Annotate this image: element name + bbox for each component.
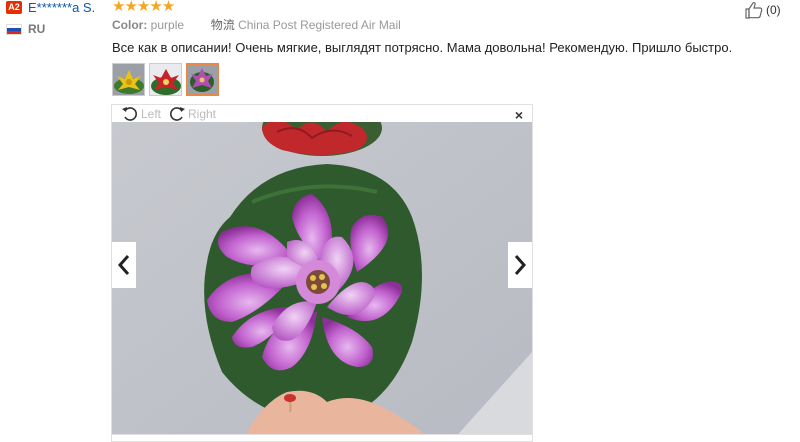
shipping-value: China Post Registered Air Mail	[238, 18, 401, 32]
rating-stars: ★★★★★	[112, 0, 175, 15]
rotate-right-button[interactable]: Right	[168, 105, 216, 123]
order-info: Color: purple 物流 China Post Registered A…	[112, 18, 401, 32]
rotate-right-label: Right	[188, 107, 217, 121]
thumbnail-yellow-lotus[interactable]	[112, 63, 145, 96]
thumbnail-red-lotus[interactable]	[149, 63, 182, 96]
reviewer-country: RU	[28, 22, 46, 36]
helpful-count: (0)	[766, 3, 781, 17]
review-text: Все как в описании! Очень мягкие, выгляд…	[112, 40, 733, 55]
photo-viewer: Left Right ×	[111, 104, 533, 442]
rotate-right-icon	[170, 107, 185, 121]
rotate-left-button[interactable]: Left	[121, 105, 161, 123]
reviewer-name: E*******a S.	[28, 0, 96, 15]
russia-flag-icon	[6, 24, 22, 35]
helpful-button[interactable]: (0)	[744, 1, 781, 19]
review-photo	[112, 122, 532, 441]
shipping-label: 物流	[210, 18, 235, 32]
chevron-left-icon	[117, 255, 130, 275]
close-viewer-button[interactable]: ×	[515, 107, 523, 123]
thumbnail-purple-lotus[interactable]	[186, 63, 219, 96]
thumbs-up-icon[interactable]	[744, 1, 764, 19]
chevron-right-icon	[514, 255, 527, 275]
color-value: purple	[150, 18, 185, 32]
next-photo-button[interactable]	[508, 242, 532, 288]
rotate-left-label: Left	[141, 107, 162, 121]
color-label: Color:	[112, 18, 148, 32]
previous-photo-button[interactable]	[112, 242, 136, 288]
photo-thumbnails	[112, 63, 219, 96]
rotate-left-icon	[122, 107, 137, 121]
viewer-footer	[112, 434, 532, 441]
buyer-level-badge: A2	[6, 1, 22, 14]
viewer-toolbar: Left Right ×	[112, 105, 532, 123]
